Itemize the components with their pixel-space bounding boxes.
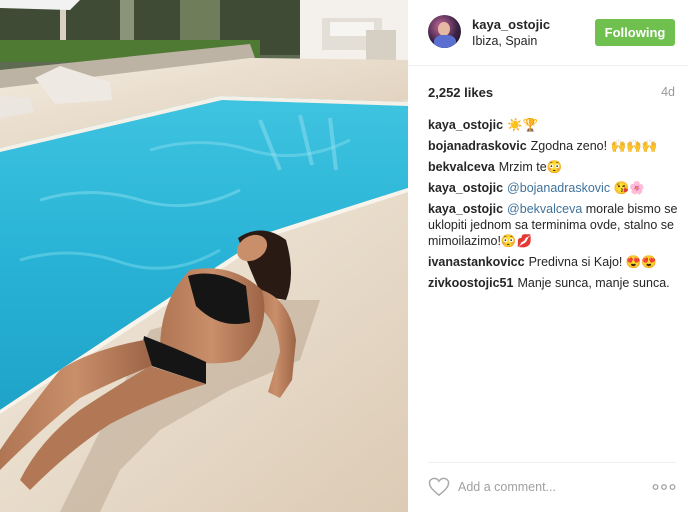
comment-username[interactable]: bojanadraskovic — [428, 139, 527, 153]
comment: kaya_ostojic @bojanadraskovic 😘🌸 — [428, 180, 678, 196]
avatar[interactable] — [428, 15, 461, 48]
comment: ivanastankovicc Predivna si Kajo! 😍😍 — [428, 254, 678, 270]
comment-username[interactable]: bekvalceva — [428, 160, 495, 174]
comment: kaya_ostojic @bekvalceva morale bismo se … — [428, 201, 678, 249]
heart-outline-icon[interactable] — [428, 477, 450, 497]
comment-footer — [428, 462, 676, 512]
post-header: kaya_ostojic Ibiza, Spain Following — [408, 0, 688, 66]
post-username[interactable]: kaya_ostojic — [472, 17, 550, 32]
comment-username[interactable]: ivanastankovicc — [428, 255, 525, 269]
comment: bojanadraskovic Zgodna zeno! 🙌🙌🙌 — [428, 138, 678, 154]
comment-text: Manje sunca, manje sunca. — [517, 276, 670, 290]
post-photo[interactable] — [0, 0, 408, 512]
comment-text: Mrzim te😳 — [498, 160, 563, 174]
post-photo-image — [0, 0, 408, 512]
avatar-body — [434, 35, 456, 48]
post-age[interactable]: 4d — [661, 85, 675, 99]
comment: kaya_ostojic ☀️🏆 — [428, 117, 678, 133]
likes-count[interactable]: 2,252 likes — [428, 85, 493, 100]
comment: bekvalceva Mrzim te😳 — [428, 159, 678, 175]
avatar-face — [438, 22, 450, 36]
comment-mention[interactable]: @bekvalceva — [507, 202, 582, 216]
comment-username[interactable]: kaya_ostojic — [428, 202, 503, 216]
comment-list: kaya_ostojic ☀️🏆 bojanadraskovic Zgodna ze… — [428, 117, 678, 296]
comment-text: ☀️🏆 — [507, 118, 539, 132]
comment-mention[interactable]: @bojanadraskovic — [507, 181, 610, 195]
comment-text: 😘🌸 — [610, 181, 645, 195]
comment-text: Zgodna zeno! 🙌🙌🙌 — [530, 139, 658, 153]
post-details-panel: kaya_ostojic Ibiza, Spain Following 2,25… — [408, 0, 688, 512]
post-location[interactable]: Ibiza, Spain — [472, 34, 537, 48]
comment-username[interactable]: kaya_ostojic — [428, 181, 503, 195]
comment-text: Predivna si Kajo! 😍😍 — [528, 255, 657, 269]
more-options-icon[interactable] — [652, 483, 676, 491]
add-comment-input[interactable] — [458, 477, 618, 497]
comment-username[interactable]: kaya_ostojic — [428, 118, 503, 132]
comment: zivkoostojic51 Manje sunca, manje sunca. — [428, 275, 678, 291]
comment-username[interactable]: zivkoostojic51 — [428, 276, 513, 290]
following-button[interactable]: Following — [595, 19, 675, 46]
